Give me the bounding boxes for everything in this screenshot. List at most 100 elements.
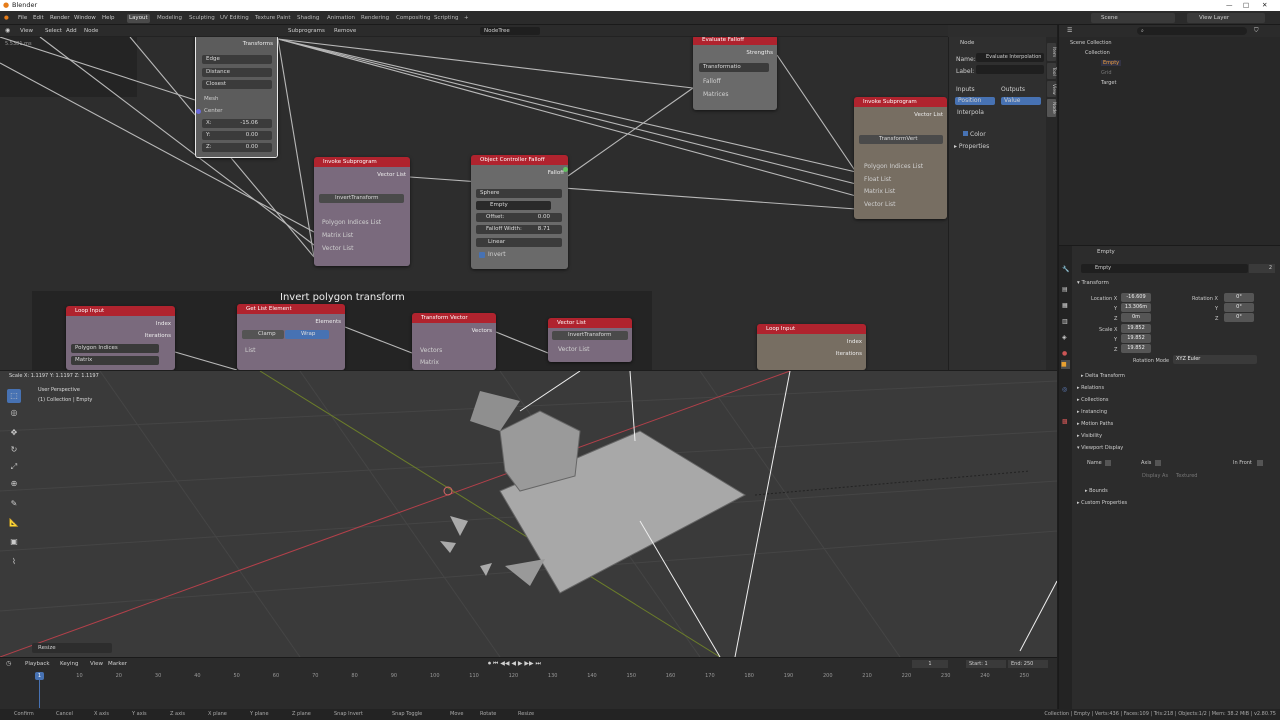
instancing-section[interactable]: ▸ Instancing xyxy=(1077,409,1107,415)
getlist-clamp-button[interactable]: Clamp xyxy=(242,330,284,339)
constraints-props-icon[interactable]: ▩ xyxy=(1062,418,1068,425)
socket-mesh[interactable] xyxy=(196,109,201,114)
ne-menu-select[interactable]: Select xyxy=(45,28,62,34)
outliner-item-grid[interactable]: Grid xyxy=(1101,70,1112,76)
sidebar-tab-node[interactable]: Node xyxy=(1047,99,1056,117)
rotation-x-field[interactable]: 0° xyxy=(1224,293,1254,302)
location-y-field[interactable]: 13.306m xyxy=(1121,303,1151,312)
sidebar-tab-item[interactable]: Item xyxy=(1047,43,1056,61)
input-position-item[interactable]: Position xyxy=(955,97,995,105)
outliner-editor-icon[interactable]: ☰ xyxy=(1067,27,1072,34)
axis-display-checkbox[interactable] xyxy=(1155,460,1161,466)
properties-section[interactable]: ▸ Properties xyxy=(954,143,989,150)
blender-menu-icon[interactable]: ● xyxy=(4,14,9,23)
output-value-item[interactable]: Value xyxy=(1001,97,1041,105)
rotate-tool-icon[interactable]: ↻ xyxy=(7,443,21,457)
scale-z-field[interactable]: 19.852 xyxy=(1121,344,1151,353)
invoke1-subprogram-selector[interactable]: InvertTransform xyxy=(319,194,404,203)
world-props-icon[interactable]: ● xyxy=(1062,350,1067,357)
vectorlist-subprogram[interactable]: InvertTransform xyxy=(552,331,628,340)
rotation-z-field[interactable]: 0° xyxy=(1224,313,1254,322)
name-display-checkbox[interactable] xyxy=(1105,460,1111,466)
ocf-offset-field[interactable]: Offset: 0.00 xyxy=(476,213,562,222)
center-z-field[interactable]: Z: 0.00 xyxy=(202,143,272,152)
view-layer-selector[interactable]: View Layer xyxy=(1187,13,1265,23)
add-cube-tool-icon[interactable]: ▣ xyxy=(7,535,21,549)
outliner-item-target[interactable]: Target xyxy=(1101,80,1116,86)
node-label-field[interactable] xyxy=(976,65,1044,74)
nodetree-selector[interactable]: NodeTree xyxy=(480,27,540,35)
view-layer-props-icon[interactable]: ▥ xyxy=(1062,318,1068,325)
extrude-tool-icon[interactable]: ⌇ xyxy=(7,555,21,569)
maximize-icon[interactable]: □ xyxy=(1243,0,1249,11)
transform-tool-icon[interactable]: ⊕ xyxy=(7,477,21,491)
operator-panel-resize[interactable]: Resize xyxy=(32,643,112,653)
loopinput-param-polygon-indices[interactable]: Polygon Indices xyxy=(71,344,159,353)
node-get-list-element[interactable]: Get List Element Elements Clamp Wrap Lis… xyxy=(237,304,345,370)
transforms-dropdown-edge[interactable]: Edge xyxy=(202,55,272,64)
visibility-section[interactable]: ▸ Visibility xyxy=(1077,433,1102,439)
node-name-field[interactable]: Evaluate Interpolation xyxy=(976,53,1044,62)
tool-props-icon[interactable]: 🔧 xyxy=(1062,266,1069,273)
collections-section[interactable]: ▸ Collections xyxy=(1077,397,1108,403)
physics-props-icon[interactable]: ◎ xyxy=(1062,386,1067,393)
center-x-field[interactable]: X: -15.06 xyxy=(202,119,272,128)
outliner[interactable]: ☰ ⌕ ⛉ Scene Collection Collection Empty … xyxy=(1058,25,1280,245)
sidebar-tab-view[interactable]: View xyxy=(1047,81,1056,97)
bounds-section[interactable]: ▸ Bounds xyxy=(1085,488,1108,494)
location-x-field[interactable]: -16.609 xyxy=(1121,293,1151,302)
output-props-icon[interactable]: ▦ xyxy=(1062,302,1068,309)
tab-layout[interactable]: Layout xyxy=(127,14,150,23)
menu-window[interactable]: Window xyxy=(74,14,96,23)
move-tool-icon[interactable]: ✥ xyxy=(7,426,21,440)
scale-x-field[interactable]: 19.852 xyxy=(1121,324,1151,333)
transforms-dropdown-closest[interactable]: Closest xyxy=(202,80,272,89)
ocf-interpolation-dropdown[interactable]: Linear xyxy=(476,238,562,247)
location-z-field[interactable]: 0m xyxy=(1121,313,1151,322)
scale-y-field[interactable]: 19.852 xyxy=(1121,334,1151,343)
properties-editor[interactable]: 🔧 ▤ ▦ ▥ ◈ ● ■ ◎ ▩ Empty Empty 2 ▾ Transf… xyxy=(1058,245,1280,710)
tab-modeling[interactable]: Modeling xyxy=(155,14,184,23)
measure-tool-icon[interactable]: 📐 xyxy=(7,516,21,530)
node-invoke-subprogram-1[interactable]: Invoke Subprogram Vector List InvertTran… xyxy=(314,157,410,266)
annotate-tool-icon[interactable]: ✎ xyxy=(7,497,21,511)
outliner-item-collection[interactable]: Collection xyxy=(1085,50,1110,56)
current-frame-field[interactable]: 1 xyxy=(912,660,948,668)
tab-shading[interactable]: Shading xyxy=(295,14,321,23)
node-loop-input[interactable]: Loop Input Index Iterations Polygon Indi… xyxy=(66,306,175,370)
remove-button[interactable]: Remove xyxy=(334,28,356,34)
tab-animation[interactable]: Animation xyxy=(325,14,357,23)
add-workspace-button[interactable]: + xyxy=(462,14,471,23)
timeline-menu-playback[interactable]: Playback xyxy=(25,661,50,667)
invoke2-subprogram-selector[interactable]: TransformVert xyxy=(859,135,943,144)
menu-render[interactable]: Render xyxy=(50,14,70,23)
ne-menu-view[interactable]: View xyxy=(20,28,33,34)
select-box-tool-icon[interactable]: ⬚ xyxy=(7,389,21,403)
editor-type-icon[interactable]: ◉ xyxy=(5,27,10,34)
scale-tool-icon[interactable]: ⤢ xyxy=(7,460,21,474)
filter-icon[interactable]: ⛉ xyxy=(1254,27,1259,35)
node-transforms[interactable]: Transforms Edge Distance Closest Mesh Ce… xyxy=(195,35,278,158)
color-checkbox[interactable]: Color xyxy=(963,131,986,138)
ne-menu-node[interactable]: Node xyxy=(84,28,98,34)
rotation-y-field[interactable]: 0° xyxy=(1224,303,1254,312)
node-object-controller-falloff[interactable]: Object Controller Falloff Falloff Sphere… xyxy=(471,155,568,269)
node-evaluate-falloff[interactable]: Evaluate Falloff Strengths Transformatio… xyxy=(693,35,777,110)
scene-props-icon[interactable]: ◈ xyxy=(1062,334,1067,341)
start-frame-field[interactable]: Start: 1 xyxy=(966,660,1006,668)
end-frame-field[interactable]: End: 250 xyxy=(1008,660,1048,668)
object-name-field[interactable]: Empty xyxy=(1081,264,1248,273)
display-as-value[interactable]: Textured xyxy=(1176,473,1197,479)
center-y-field[interactable]: Y: 0.00 xyxy=(202,131,272,140)
timeline[interactable]: ◷ Playback Keying View Marker ⏺ ⏮ ◀◀ ◀ ▶… xyxy=(0,657,1057,709)
menu-file[interactable]: File xyxy=(18,14,27,23)
node-editor[interactable]: Invert polygon transform 5.5381 ms Trans… xyxy=(0,25,1057,370)
playback-controls-icon[interactable]: ⏺ ⏮ ◀◀ ◀ ▶ ▶▶ ⏭ xyxy=(488,660,541,668)
getlist-wrap-button[interactable]: Wrap xyxy=(285,330,329,339)
ne-menu-add[interactable]: Add xyxy=(66,28,77,34)
loopinput-param-matrix[interactable]: Matrix xyxy=(71,356,159,365)
tab-rendering[interactable]: Rendering xyxy=(359,14,391,23)
cursor-tool-icon[interactable]: ◎ xyxy=(7,406,21,420)
in-front-checkbox[interactable] xyxy=(1257,460,1263,466)
minimize-icon[interactable]: — xyxy=(1226,0,1233,11)
